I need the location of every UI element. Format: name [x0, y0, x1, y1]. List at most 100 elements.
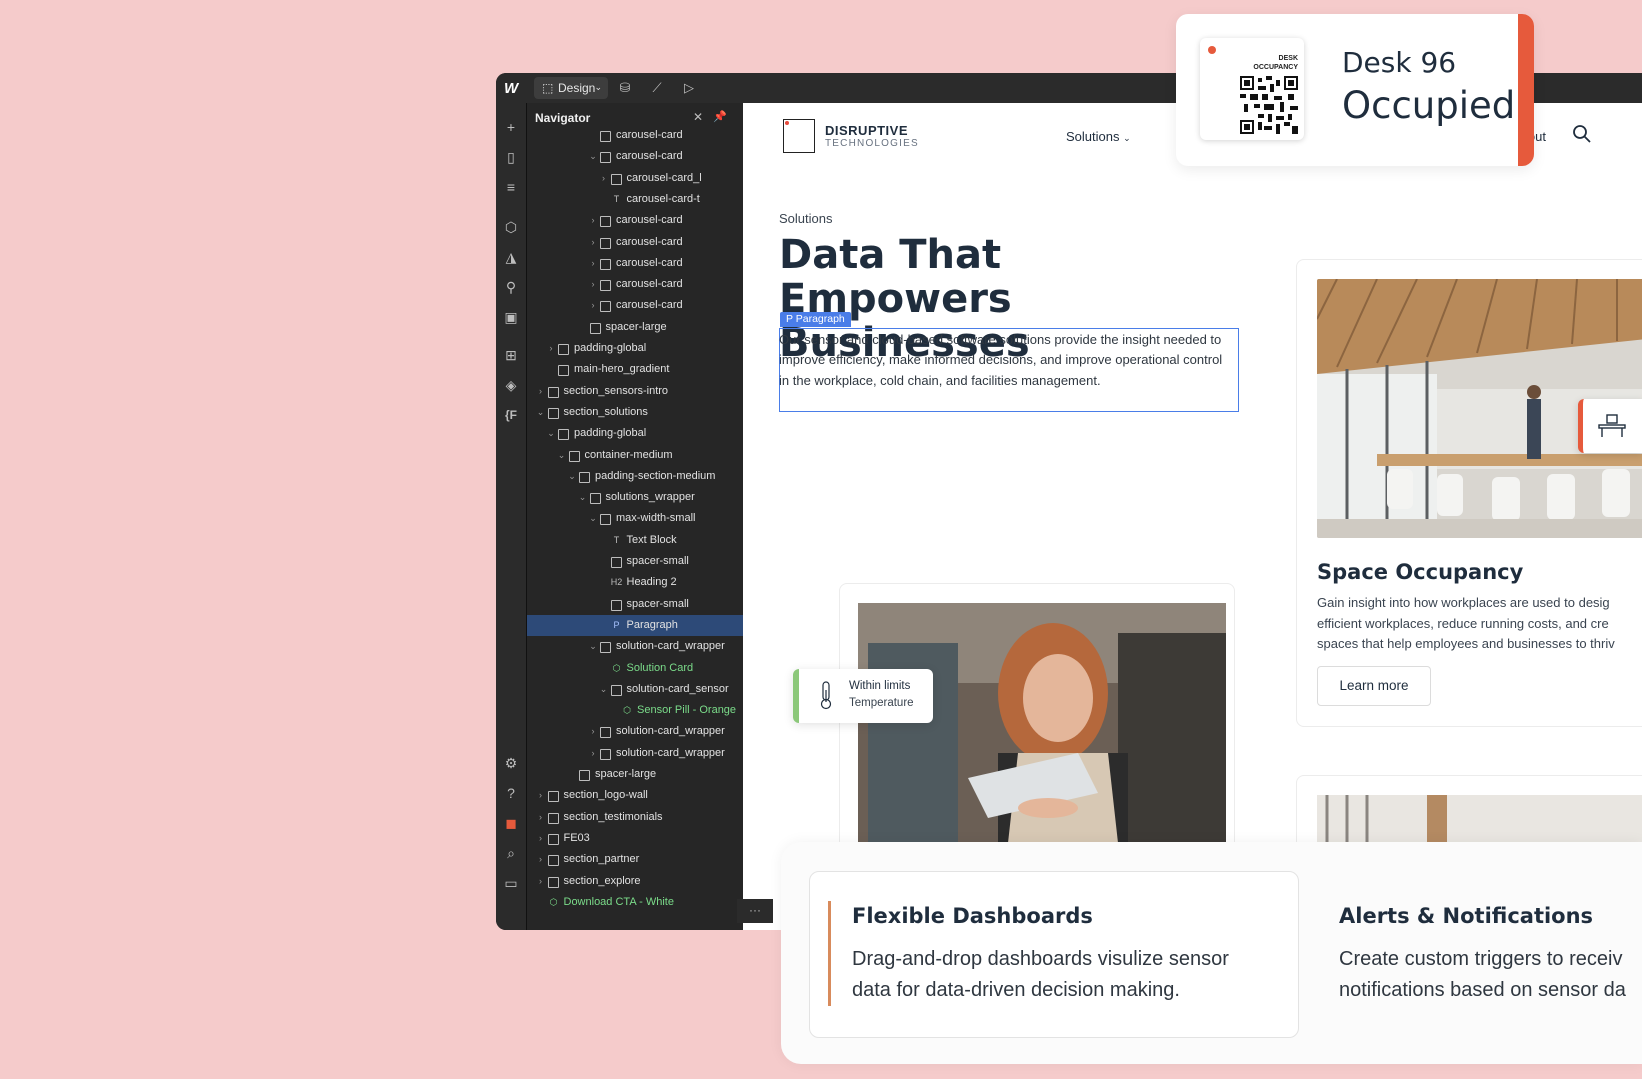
close-icon[interactable]: ✕ [693, 110, 703, 124]
search-icon[interactable]: ⌕ [501, 843, 521, 863]
navigator-tree-item[interactable]: › carousel-card [527, 274, 743, 295]
navigator-tree-item[interactable]: ⌄ section_solutions [527, 402, 743, 423]
tree-item-label: Paragraph [626, 618, 678, 631]
navigator-tree-item[interactable]: ⌄ solution-card_wrapper [527, 636, 743, 657]
expand-chevron-icon[interactable]: ⌄ [567, 466, 577, 487]
components-icon[interactable]: ⬡ [501, 217, 521, 237]
tree-item-label: carousel-card_l [626, 171, 702, 184]
expand-chevron-icon[interactable]: ⌄ [588, 146, 598, 167]
styles-icon[interactable]: ◮ [501, 247, 521, 267]
navigator-tree-item[interactable]: ⌄ solution-card_sensor [527, 679, 743, 700]
navigator-tree-item[interactable]: › section_testimonials [527, 807, 743, 828]
expand-chevron-icon[interactable]: ⌄ [588, 508, 598, 529]
navigator-tree-item[interactable]: ⬡ Sensor Pill - Orange [527, 700, 743, 721]
navigator-tree-item[interactable]: H2 Heading 2 [527, 572, 743, 593]
navigator-tree-item[interactable]: › carousel-card [527, 295, 743, 316]
collapsed-chevron-icon[interactable]: › [536, 807, 546, 828]
navigator-tree-item[interactable]: spacer-small [527, 594, 743, 615]
stop-record-icon[interactable]: ◼ [501, 813, 521, 833]
navigator-tree-item[interactable]: › carousel-card [527, 210, 743, 231]
navigator-tree-item[interactable]: spacer-large [527, 317, 743, 338]
navigator-tree-item[interactable]: ⌄ solutions_wrapper [527, 487, 743, 508]
assets-icon[interactable]: ▣ [501, 307, 521, 327]
navigator-tree-item[interactable]: ⌄ padding-global [527, 423, 743, 444]
collapsed-chevron-icon[interactable]: › [588, 210, 598, 231]
logo-text-primary[interactable]: DISRUPTIVE [825, 123, 908, 138]
tree-item-label: FE03 [563, 831, 590, 844]
collapsed-chevron-icon[interactable]: › [588, 721, 598, 742]
navigator-tree-item[interactable]: main-hero_gradient [527, 359, 743, 380]
feature-title-dashboards: Flexible Dashboards [852, 904, 1093, 928]
search-icon[interactable] [1572, 124, 1592, 144]
navigator-tree-item[interactable]: ⬡ Solution Card [527, 658, 743, 679]
navigator-tree-item[interactable]: T Text Block [527, 530, 743, 551]
collapsed-chevron-icon[interactable]: › [536, 785, 546, 806]
collapsed-chevron-icon[interactable]: › [588, 232, 598, 253]
help-icon[interactable]: ? [501, 783, 521, 803]
learn-more-button[interactable]: Learn more [1317, 666, 1431, 706]
div-block-icon [589, 493, 601, 505]
navigator-tree-item[interactable]: ⬡ Download CTA - White [527, 892, 743, 913]
collapsed-chevron-icon[interactable]: › [588, 253, 598, 274]
navigator-tree-item[interactable]: › carousel-card [527, 253, 743, 274]
navigator-tree-item[interactable]: ⌄ max-width-small [527, 508, 743, 529]
cms-cube-icon[interactable]: ◈ [501, 375, 521, 395]
navigator-tree-item[interactable]: › section_partner [527, 849, 743, 870]
navigator-tree-item[interactable]: › FE03 [527, 828, 743, 849]
variables-icon[interactable]: ⚲ [501, 277, 521, 297]
expand-chevron-icon[interactable]: ⌄ [557, 445, 567, 466]
preview-play-icon[interactable]: ▷ [680, 79, 698, 97]
collapsed-chevron-icon[interactable]: › [536, 828, 546, 849]
navigator-tree-item[interactable]: › padding-global [527, 338, 743, 359]
analytics-icon[interactable]: ⟋ [648, 79, 666, 97]
navigator-tree-item[interactable]: ⌄ container-medium [527, 445, 743, 466]
section-paragraph[interactable]: Our sensor and cloud-based software solu… [779, 330, 1235, 391]
navigator-tree-item[interactable]: › section_sensors-intro [527, 381, 743, 402]
navigator-tree-item[interactable]: ⌄ padding-section-medium [527, 466, 743, 487]
tree-item-label: section_sensors-intro [563, 384, 669, 397]
navigator-tree-item[interactable]: › section_logo-wall [527, 785, 743, 806]
navigator-icon[interactable]: ≡ [501, 177, 521, 197]
apps-icon[interactable]: ⊞ [501, 345, 521, 365]
expand-chevron-icon[interactable]: ⌄ [546, 423, 556, 444]
collapsed-chevron-icon[interactable]: › [599, 168, 609, 189]
database-icon[interactable]: ⛁ [616, 79, 634, 97]
more-options-button[interactable]: ··· [737, 899, 773, 923]
navigator-panel: Navigator ✕ 📌 carousel-card ⌄ carousel-car… [527, 103, 743, 930]
collapsed-chevron-icon[interactable]: › [546, 338, 556, 359]
add-icon[interactable]: + [501, 117, 521, 137]
collapsed-chevron-icon[interactable]: › [588, 743, 598, 764]
expand-chevron-icon[interactable]: ⌄ [588, 636, 598, 657]
component-icon: ⬡ [549, 896, 558, 907]
pin-icon[interactable]: 📌 [713, 110, 727, 123]
navigator-tree-item[interactable]: › section_explore [527, 871, 743, 892]
navigator-tree-item[interactable]: › carousel-card [527, 232, 743, 253]
navigator-tree-item[interactable]: P Paragraph [527, 614, 743, 636]
navigator-tree-item[interactable]: › solution-card_wrapper [527, 743, 743, 764]
nav-solutions-dropdown[interactable]: Solutions ⌄ [1066, 129, 1131, 144]
webflow-logo-icon[interactable]: W [504, 80, 524, 97]
text-icon: T [613, 534, 620, 545]
collapsed-chevron-icon[interactable]: › [536, 381, 546, 402]
collapsed-chevron-icon[interactable]: › [588, 295, 598, 316]
expand-chevron-icon[interactable]: ⌄ [578, 487, 588, 508]
navigator-tree-item[interactable]: › solution-card_wrapper [527, 721, 743, 742]
logo-dot [785, 121, 789, 125]
collapsed-chevron-icon[interactable]: › [536, 849, 546, 870]
navigator-tree-item[interactable]: ⌄ carousel-card [527, 146, 743, 167]
expand-chevron-icon[interactable]: ⌄ [599, 679, 609, 700]
settings-gear-icon[interactable]: ⚙ [501, 753, 521, 773]
tree-item-label: Solution Card [626, 661, 694, 674]
navigator-tree-item[interactable]: Tcarousel-card-t [527, 189, 743, 210]
expand-chevron-icon[interactable]: ⌄ [536, 402, 546, 423]
navigator-tree-item[interactable]: carousel-card [527, 125, 743, 146]
video-icon[interactable]: ▭ [501, 873, 521, 893]
navigator-tree-item[interactable]: spacer-small [527, 551, 743, 572]
navigator-tree-item[interactable]: spacer-large [527, 764, 743, 785]
pages-icon[interactable]: ▯ [501, 147, 521, 167]
design-mode-button[interactable]: ⬚ Design ⌄ [534, 77, 608, 99]
finsweet-icon[interactable]: {F [501, 405, 521, 425]
navigator-tree-item[interactable]: › carousel-card_l [527, 168, 743, 189]
collapsed-chevron-icon[interactable]: › [588, 274, 598, 295]
collapsed-chevron-icon[interactable]: › [536, 871, 546, 892]
